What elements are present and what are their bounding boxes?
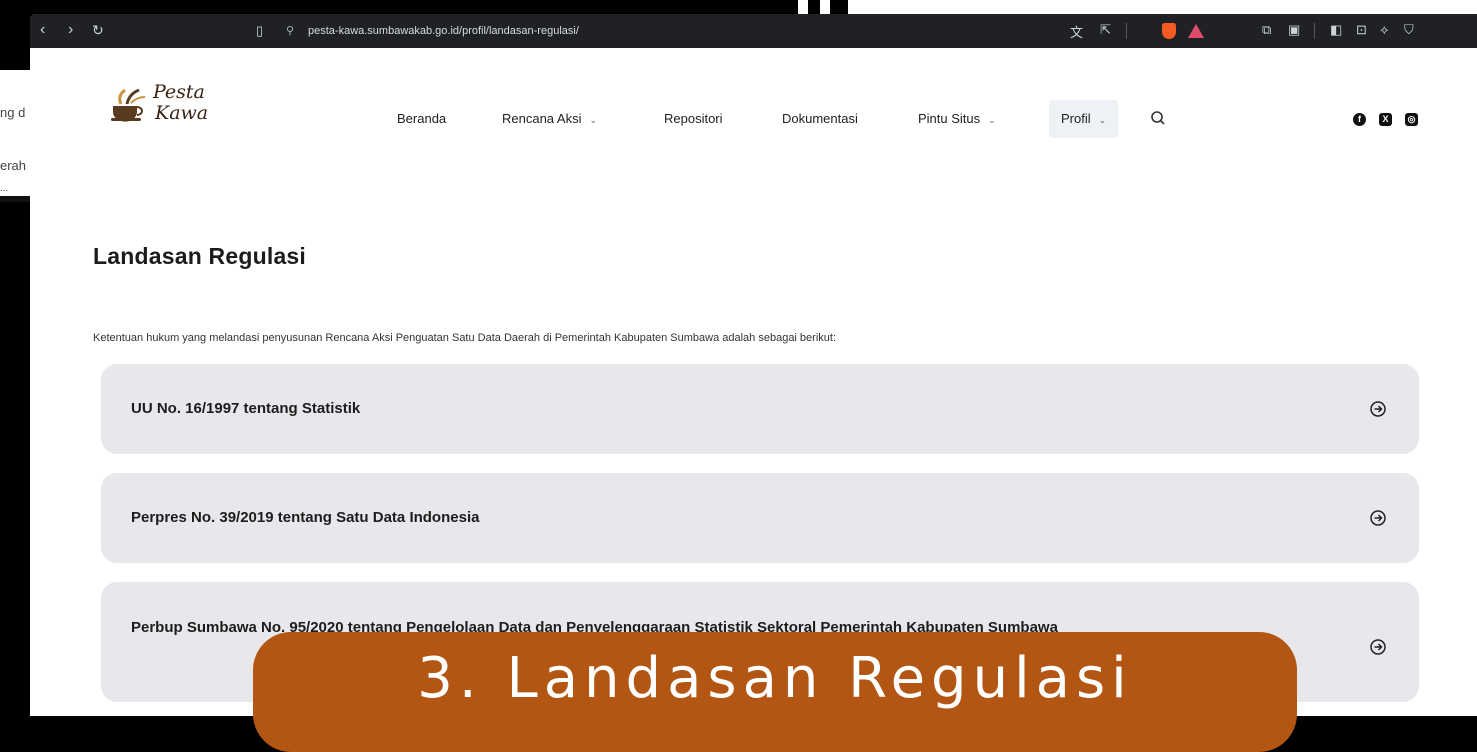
page-title: Landasan Regulasi: [93, 243, 307, 269]
chevron-down-icon: ⌄: [1098, 115, 1107, 125]
share-icon[interactable]: ⇱: [1100, 22, 1111, 38]
brave-rewards-icon[interactable]: [1188, 24, 1204, 38]
window-divider: [784, 0, 848, 14]
accordion-item[interactable]: Perpres No. 39/2019 tentang Satu Data In…: [101, 473, 1419, 563]
bookmark-icon[interactable]: ▯: [256, 23, 263, 39]
browser-toolbar: ‹ › ↻ ▯ ⚲ pesta-kawa.sumbawakab.go.id/pro…: [30, 14, 1477, 48]
vpn-icon[interactable]: ⟡: [1380, 22, 1389, 38]
divider-bar: [798, 0, 808, 14]
extensions-icon[interactable]: ⧉: [1262, 22, 1271, 38]
background-divider: [0, 196, 30, 202]
chevron-down-icon: ⌄: [589, 115, 598, 125]
toolbar-separator: [1126, 23, 1127, 39]
reload-icon[interactable]: ↻: [92, 22, 104, 39]
x-icon[interactable]: X: [1379, 113, 1392, 126]
nav-label: Pintu Situs: [918, 111, 981, 126]
nav-label: Profil: [1061, 111, 1091, 126]
facebook-glyph: f: [1358, 114, 1361, 124]
nav-beranda[interactable]: Beranda: [397, 100, 446, 138]
translate-icon[interactable]: 文: [1070, 22, 1083, 41]
toolbar-separator: [1314, 23, 1315, 39]
accordion-item[interactable]: UU No. 16/1997 tentang Statistik: [101, 364, 1419, 454]
forward-icon[interactable]: ›: [68, 21, 73, 39]
background-window-left: [0, 70, 30, 200]
nav-label: Rencana Aksi: [502, 111, 582, 126]
nav-label: Repositori: [664, 111, 723, 126]
nav-label: Beranda: [397, 111, 447, 126]
arrow-circle-right-icon[interactable]: [1369, 509, 1387, 527]
search-icon[interactable]: [1148, 108, 1170, 130]
instagram-icon[interactable]: ◎: [1405, 113, 1418, 126]
instagram-glyph: ◎: [1407, 114, 1416, 124]
wallet-icon[interactable]: ▣: [1288, 22, 1300, 38]
caption-banner-text: 3. Landasan Regulasi: [417, 646, 1133, 711]
site-info-icon[interactable]: ⚲: [286, 20, 298, 42]
background-text: erah: [0, 158, 27, 173]
accordion-item-label: UU No. 16/1997 tentang Statistik: [131, 400, 361, 417]
nav-label: Dokumentasi: [782, 111, 858, 126]
address-bar[interactable]: ⚲ pesta-kawa.sumbawakab.go.id/profil/land…: [286, 20, 1286, 42]
background-window-strip: [848, 0, 1477, 14]
background-text: ng d: [0, 105, 26, 120]
nav-repositori[interactable]: Repositori: [664, 100, 723, 138]
arrow-circle-right-icon[interactable]: [1369, 400, 1387, 418]
screenshot-icon[interactable]: ⊡: [1356, 22, 1367, 38]
sidebar-icon[interactable]: ◧: [1330, 22, 1342, 38]
back-icon[interactable]: ‹: [40, 21, 45, 39]
accordion-item-label: Perpres No. 39/2019 tentang Satu Data In…: [131, 509, 480, 526]
intro-text: Ketentuan hukum yang melandasi penyusuna…: [93, 332, 837, 344]
nav-pintu-situs[interactable]: Pintu Situs ⌄: [918, 100, 996, 138]
caption-banner: 3. Landasan Regulasi: [253, 632, 1297, 752]
arrow-circle-right-icon[interactable]: [1369, 638, 1387, 656]
x-glyph: X: [1382, 114, 1389, 124]
divider-bar: [820, 0, 830, 14]
nav-dokumentasi[interactable]: Dokumentasi: [782, 100, 858, 138]
nav-rencana-aksi[interactable]: Rencana Aksi ⌄: [502, 100, 597, 138]
url-text: pesta-kawa.sumbawakab.go.id/profil/landa…: [308, 25, 579, 37]
main-nav: Beranda Rencana Aksi ⌄ Repositori Dokumen…: [30, 100, 1477, 140]
chevron-down-icon: ⌄: [988, 115, 996, 125]
background-text: ...: [0, 183, 9, 194]
brave-shield-icon[interactable]: [1162, 23, 1176, 39]
nav-profil[interactable]: Profil ⌄: [1049, 100, 1119, 138]
shield-icon[interactable]: ⛉: [1404, 22, 1414, 38]
facebook-icon[interactable]: f: [1353, 113, 1366, 126]
browser-window: ‹ › ↻ ▯ ⚲ pesta-kawa.sumbawakab.go.id/pro…: [30, 14, 1477, 716]
